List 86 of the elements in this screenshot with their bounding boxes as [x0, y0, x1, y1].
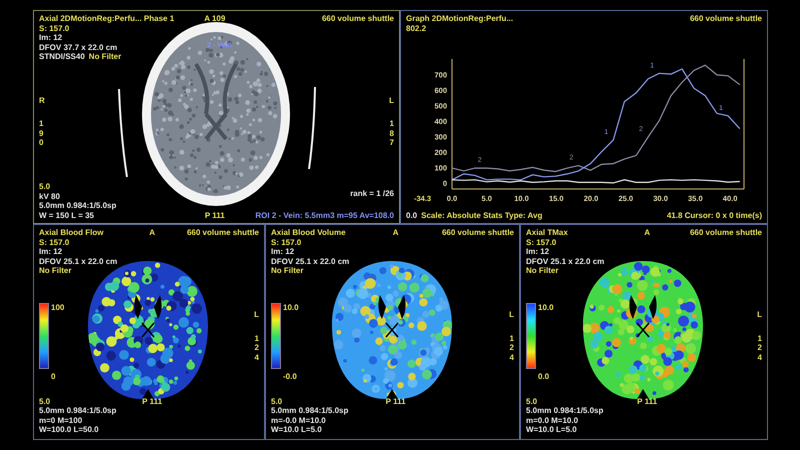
annotation-text: Im: 12 — [526, 247, 550, 256]
annotation-text: 5.0 — [271, 396, 282, 406]
annotation-text: 0.0 — [406, 210, 418, 220]
annotation-text: DFOV 25.1 x 22.0 cm — [271, 256, 350, 266]
color-scale-bar — [39, 303, 49, 369]
annotation-text: Axial Blood Flow — [39, 228, 104, 238]
orientation-marker: L — [509, 310, 514, 320]
annotation-text: 5.0mm 0.984:1/5.0sp — [39, 201, 116, 210]
orientation-marker: 7 — [390, 138, 394, 148]
orientation-marker: L — [757, 310, 762, 320]
annotation-text: S: 157.0 — [526, 238, 556, 247]
annotation-text: m=-0.0 M=10.0 — [271, 416, 326, 425]
scale-max-label: 10.0 — [283, 303, 299, 312]
annotation-text: Graph 2DMotionReg:Perfu... — [406, 14, 514, 24]
orientation-marker: L — [389, 96, 394, 106]
scale-max-label: 100 — [51, 303, 64, 312]
annotation-text: 5.0 — [39, 396, 50, 406]
annotation-text: Axial Blood Volume — [271, 228, 346, 238]
annotation-text: STNDI/SS40 — [39, 52, 85, 62]
annotation-text: 5.0mm 0.984:1/5.0sp — [271, 406, 348, 416]
annotation-text: 660 volume shuttle — [322, 14, 394, 24]
scale-min-label: 0.0 — [538, 372, 550, 381]
annotation-text: m=0.0 M=10.0 — [526, 416, 578, 425]
annotation-text: 5.0mm 0.984:1/5.0sp — [526, 406, 604, 416]
annotation-text: No Filter — [271, 266, 304, 276]
scale-max-label: 10.0 — [538, 303, 554, 312]
annotation-text: Im: 12 — [39, 247, 62, 256]
scale-min-label: -0.0 — [283, 372, 298, 381]
annotation-text: m=0 M=100 — [39, 416, 82, 425]
annotation-text: 660 volume shuttle — [186, 228, 259, 238]
annotation-text: 5.0mm 0.984:1/5.0sp — [39, 406, 116, 416]
orientation-marker: 8 — [390, 128, 394, 138]
color-scale-bar — [271, 303, 281, 369]
orientation-marker: 1 — [39, 119, 44, 129]
annotation-text: DFOV 25.1 x 22.0 cm — [39, 256, 118, 266]
annotation-text: S: 157.0 — [271, 238, 302, 247]
annotation-text: S: 157.0 — [39, 24, 70, 33]
orientation-marker: A 109 — [204, 14, 226, 24]
annotation-text: 660 volume shuttle — [690, 14, 762, 24]
scale-min-label: 0 — [51, 372, 56, 381]
orientation-marker: 4 — [758, 352, 762, 362]
orientation-marker: P 111 — [637, 396, 658, 406]
annotation-text: 802.2 — [406, 24, 426, 33]
annotation-text: Im: 12 — [39, 33, 62, 42]
annotation-text: 5.0 — [526, 396, 538, 406]
annotation-text: No Filter — [526, 266, 558, 276]
annotation-text: Im: 12 — [271, 247, 294, 256]
annotation-text: Scale: Absolute Stats Type: Avg — [421, 210, 542, 220]
annotation-text: ROI 2 - Vein: 5.5mm3 m=95 Av=108.0 — [255, 210, 394, 220]
annotation-text: W=100.0 L=50.0 — [39, 425, 99, 434]
orientation-marker: 2 — [254, 343, 259, 352]
annotation-text: DFOV 25.1 x 22.0 cm — [526, 256, 604, 266]
annotation-text: 660 volume shuttle — [442, 228, 514, 238]
annotation-text: 660 volume shuttle — [690, 228, 762, 238]
orientation-marker: L — [254, 310, 259, 320]
annotation-text: No Filter — [88, 52, 122, 62]
annotation-text: S: 157.0 — [39, 238, 70, 247]
orientation-marker: A — [392, 228, 398, 238]
orientation-marker: 4 — [254, 352, 259, 362]
annotation-text: DFOV 37.7 x 22.0 cm — [39, 42, 118, 52]
orientation-marker: P 111 — [142, 396, 162, 406]
color-scale-bar — [526, 303, 536, 369]
orientation-marker: 2 — [510, 343, 514, 352]
annotation-text: Axial 2DMotionReg:Perfu... Phase 1 — [39, 14, 174, 24]
orientation-marker: 1 — [390, 119, 394, 129]
orientation-marker: 1 — [510, 334, 514, 343]
orientation-marker: A — [149, 228, 155, 238]
orientation-marker: P 111 — [204, 210, 225, 220]
annotation-text: W=10.0 L=5.0 — [271, 425, 322, 434]
annotation-text: Axial TMax — [526, 228, 568, 238]
annotation-text: 41.8 Cursor: 0 x 0 time(s) — [666, 210, 762, 220]
annotation-text: kV 80 — [39, 192, 60, 201]
orientation-marker: 9 — [39, 128, 44, 138]
orientation-marker: 2 — [758, 343, 762, 352]
orientation-marker: 4 — [510, 352, 514, 362]
orientation-marker: P 111 — [386, 396, 406, 406]
orientation-marker: 1 — [254, 334, 259, 343]
annotation-text: 5.0 — [39, 182, 50, 192]
annotation-text: No Filter — [39, 266, 72, 276]
orientation-marker: A — [644, 228, 650, 238]
annotation-text: W = 150 L = 35 — [39, 210, 94, 220]
orientation-marker: R — [39, 96, 45, 106]
annotation-text: W=10.0 L=5.0 — [526, 425, 577, 434]
orientation-marker: 0 — [39, 138, 44, 148]
annotation-text: rank = 1 /26 — [350, 189, 394, 198]
orientation-marker: 1 — [758, 334, 762, 343]
